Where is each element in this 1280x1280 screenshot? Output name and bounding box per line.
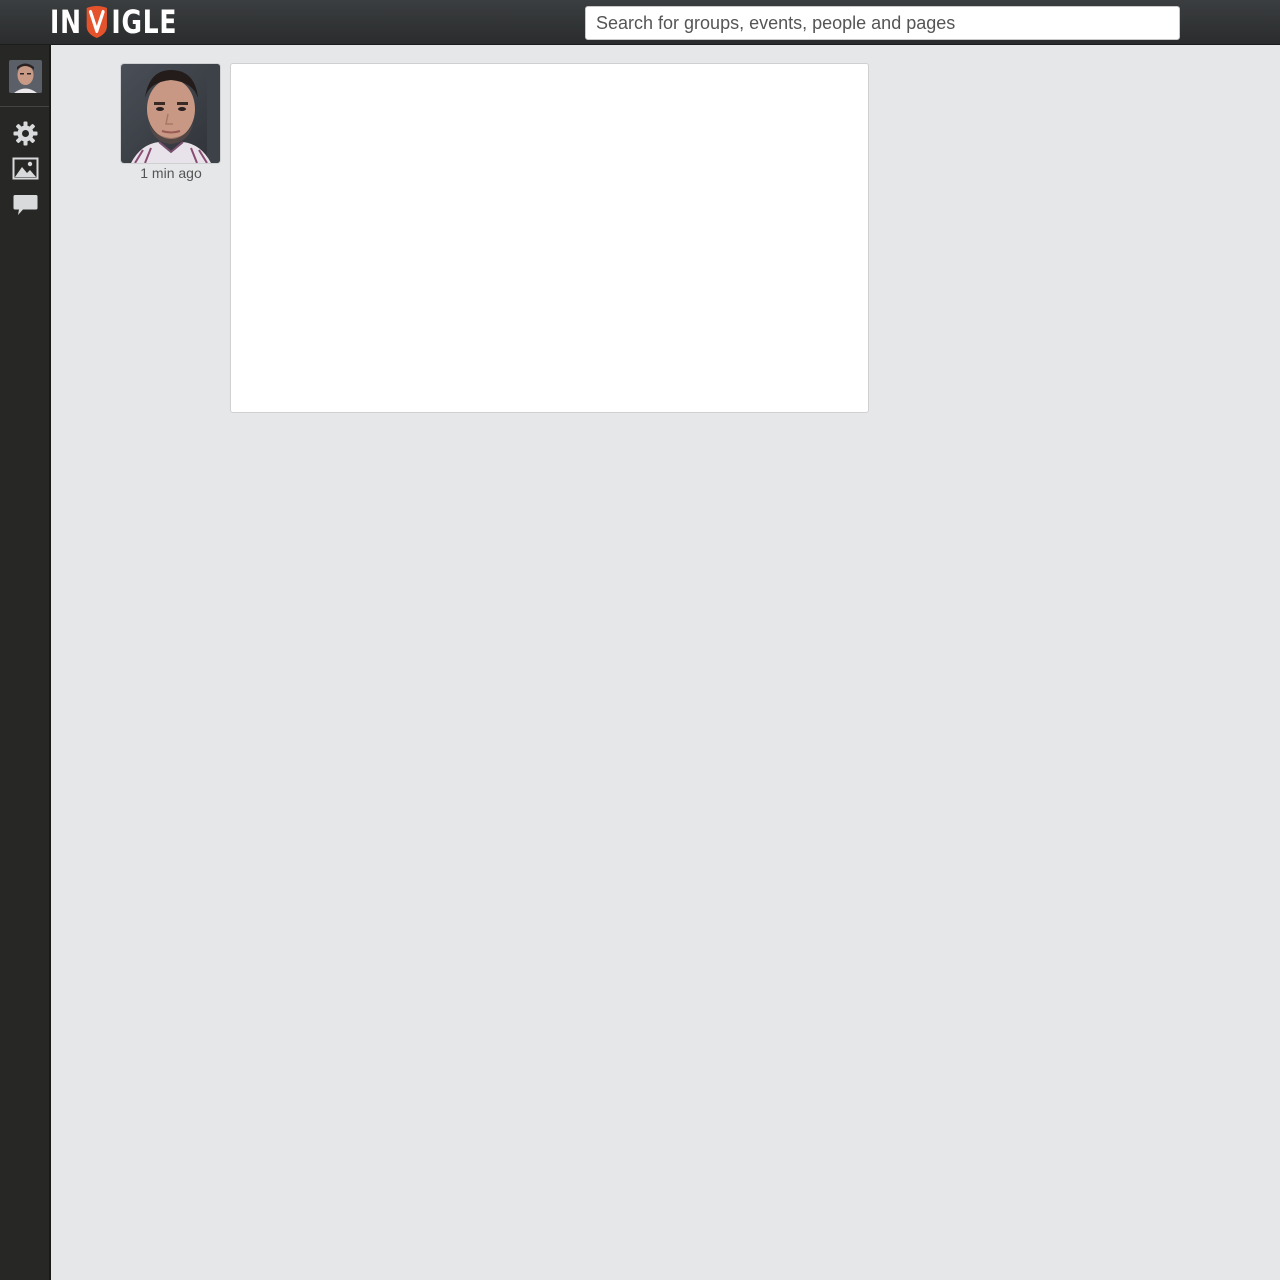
chat-bubble-icon[interactable]	[12, 191, 39, 218]
top-bar: IN IGLE	[0, 0, 1280, 45]
logo-text-left: IN	[50, 3, 82, 41]
user-avatar[interactable]	[9, 60, 42, 93]
sidebar	[0, 45, 51, 1280]
logo-text-right: IGLE	[111, 3, 178, 41]
sidebar-divider	[0, 106, 49, 107]
post-content-card	[230, 63, 869, 413]
search-input[interactable]	[585, 6, 1180, 40]
logo-v-badge-icon	[86, 6, 107, 38]
user-avatar-image	[9, 60, 42, 93]
post-author-avatar[interactable]	[121, 64, 220, 163]
invigle-logo[interactable]: IN IGLE	[50, 3, 178, 41]
settings-gear-icon[interactable]	[12, 120, 39, 147]
photo-icon[interactable]	[12, 155, 39, 182]
post-author-photo	[121, 64, 220, 163]
post-timestamp: 1 min ago	[140, 165, 202, 181]
